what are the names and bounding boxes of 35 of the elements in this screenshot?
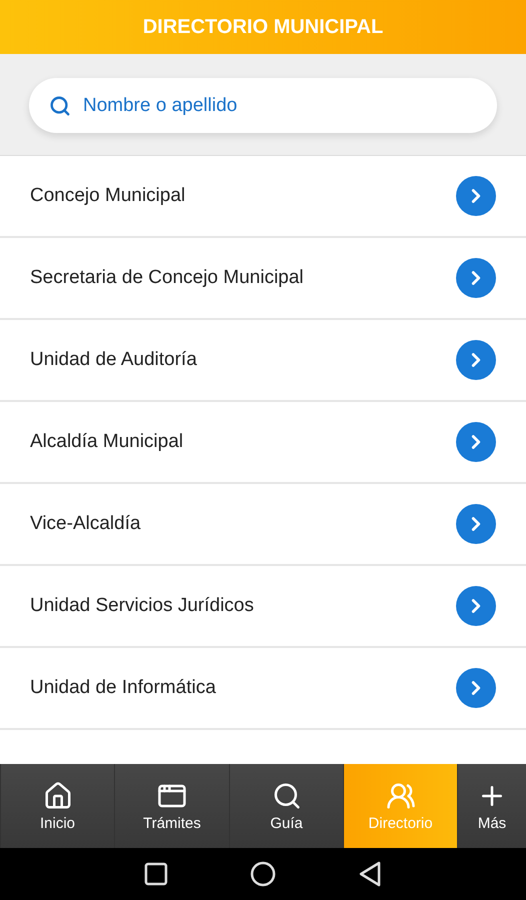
- nav-tab[interactable]: Inicio: [0, 764, 114, 848]
- chevron-icon: [456, 586, 496, 626]
- directory-row[interactable]: Unidad Servicios Jurídicos: [0, 566, 526, 648]
- page-title: DIRECTORIO MUNICIPAL: [142, 16, 384, 38]
- directory-row[interactable]: Alcaldía Municipal: [0, 402, 526, 484]
- directory-row[interactable]: Concejo Municipal: [0, 156, 526, 238]
- search-icon: [272, 780, 302, 810]
- directory-row[interactable]: Unidad de Auditoría: [0, 320, 526, 402]
- circle-icon[interactable]: [250, 861, 276, 887]
- row-label: Unidad Servicios Jurídicos: [30, 595, 254, 617]
- directory-row[interactable]: Vice-Alcaldía: [0, 484, 526, 566]
- row-label: Unidad de Auditoría: [30, 349, 197, 371]
- square-icon[interactable]: [144, 862, 168, 886]
- search-field[interactable]: Nombre o apellido: [29, 78, 497, 133]
- directory-row[interactable]: Unidad de Informática: [0, 648, 526, 730]
- chevron-icon: [456, 422, 496, 462]
- row-label: Secretaria de Concejo Municipal: [30, 267, 304, 289]
- chevron-icon: [456, 504, 496, 544]
- home-icon: [42, 780, 72, 810]
- row-label: Alcaldía Municipal: [30, 431, 184, 453]
- row-label: Vice-Alcaldía: [30, 513, 141, 535]
- back-icon[interactable]: [358, 861, 382, 887]
- row-label: Unidad de Informática: [30, 677, 216, 699]
- directory-row[interactable]: Secretaria de Concejo Municipal: [0, 238, 526, 320]
- people-icon: [386, 780, 416, 810]
- chevron-icon: [456, 258, 496, 298]
- row-label: Concejo Municipal: [30, 185, 186, 207]
- chevron-icon: [456, 340, 496, 380]
- chevron-icon: [456, 176, 496, 216]
- nav-tab[interactable]: Más: [457, 764, 526, 848]
- search-input[interactable]: Nombre o apellido: [81, 94, 477, 118]
- nav-tab[interactable]: Guía: [229, 764, 343, 848]
- chevron-icon: [456, 668, 496, 708]
- search-icon: [49, 94, 71, 116]
- nav-tab[interactable]: Trámites: [114, 764, 229, 848]
